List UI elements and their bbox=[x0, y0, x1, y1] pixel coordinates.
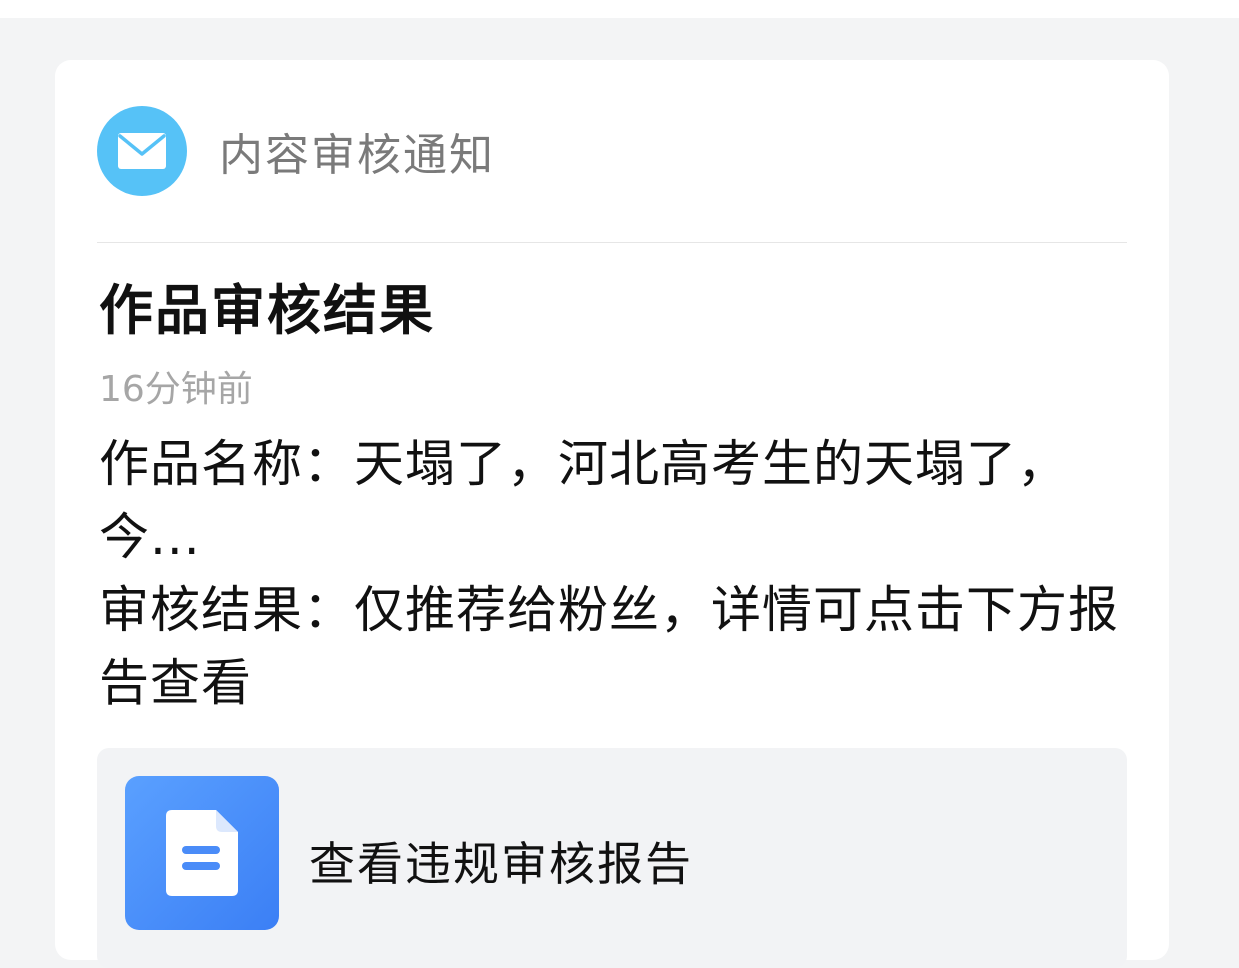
view-report-button[interactable]: 查看违规审核报告 bbox=[97, 748, 1127, 968]
notice-title: 作品审核结果 bbox=[99, 279, 435, 342]
mail-icon bbox=[97, 106, 187, 196]
notification-card: 内容审核通知 作品审核结果 16分钟前 作品名称：天塌了，河北高考生的天塌了，今… bbox=[55, 60, 1169, 968]
report-label: 查看违规审核报告 bbox=[309, 837, 693, 891]
top-strip bbox=[0, 0, 1239, 18]
notice-body: 作品名称：天塌了，河北高考生的天塌了，今... 审核结果：仅推荐给粉丝，详情可点… bbox=[99, 428, 1119, 720]
review-result-line: 审核结果：仅推荐给粉丝，详情可点击下方报告查看 bbox=[99, 581, 1119, 712]
header-title: 内容审核通知 bbox=[219, 130, 495, 181]
timestamp: 16分钟前 bbox=[99, 369, 253, 410]
notification-header: 内容审核通知 bbox=[97, 106, 495, 196]
work-name-line: 作品名称：天塌了，河北高考生的天塌了，今... bbox=[99, 435, 1068, 566]
divider bbox=[97, 242, 1127, 243]
document-icon bbox=[125, 776, 279, 930]
